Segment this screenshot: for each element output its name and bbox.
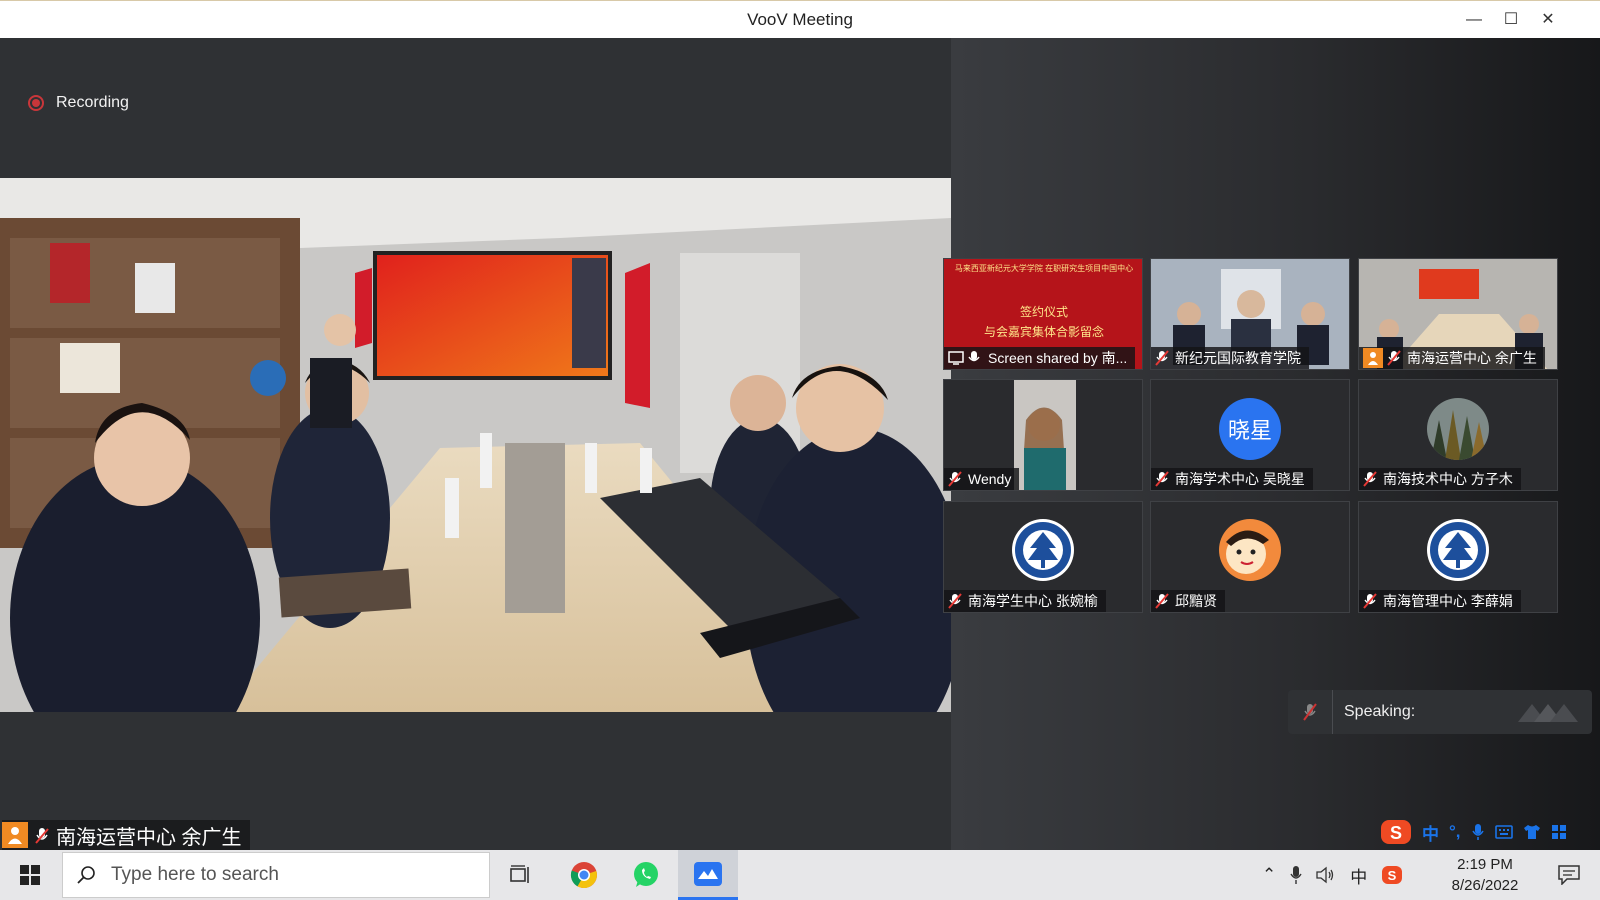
- participant-tile[interactable]: 晓星 南海学术中心 吴晓星: [1150, 379, 1350, 491]
- chrome-taskbar-button[interactable]: [554, 850, 614, 900]
- main-video: [0, 178, 951, 712]
- participant-name: 南海技术中心 方子木: [1383, 471, 1513, 487]
- title-bar: VooV Meeting — ☐ ✕: [0, 0, 1600, 38]
- participant-tile[interactable]: 新纪元国际教育学院: [1150, 258, 1350, 370]
- participant-label: Wendy: [944, 468, 1020, 490]
- speaking-indicator: Speaking:: [1288, 690, 1592, 734]
- svg-text:S: S: [1388, 868, 1397, 883]
- chevron-up-icon[interactable]: ⌃: [1262, 865, 1276, 885]
- participant-name: 邱黯贤: [1175, 593, 1217, 609]
- participant-tile[interactable]: 南海运营中心 余广生: [1358, 258, 1558, 370]
- main-speaker-name: 南海运营中心 余广生: [56, 826, 242, 849]
- participant-name: 南海学术中心 吴晓星: [1175, 471, 1305, 487]
- search-placeholder: Type here to search: [111, 864, 279, 885]
- participant-name: 南海运营中心 余广生: [1407, 350, 1537, 366]
- conference-room-scene: [0, 178, 951, 712]
- mic-muted-icon: [948, 593, 964, 609]
- share-thumb-line3: 与会嘉宾集体合影留念: [983, 325, 1104, 339]
- keyboard-icon[interactable]: [1494, 825, 1513, 839]
- participant-name: Wendy: [968, 471, 1012, 487]
- user-avatar-icon: [2, 822, 28, 848]
- task-view-icon: [510, 865, 529, 883]
- participant-tile[interactable]: 南海学生中心 张婉榆: [943, 501, 1143, 613]
- window-title: VooV Meeting: [747, 10, 853, 29]
- system-tray: ⌃ 中 S: [1262, 850, 1403, 900]
- mic-muted-icon: [1363, 471, 1379, 487]
- close-button[interactable]: ✕: [1534, 7, 1562, 33]
- share-thumb-line1: 马来西亚新纪元大学学院 在职研究生项目中国中心: [954, 264, 1134, 273]
- ime-toolbar[interactable]: S 中 °,: [1380, 818, 1567, 846]
- participant-label: 南海技术中心 方子木: [1359, 468, 1521, 490]
- ime-language[interactable]: 中: [1422, 820, 1439, 845]
- whatsapp-icon: [634, 862, 658, 887]
- voov-taskbar-button[interactable]: [678, 850, 738, 900]
- participant-label: 邱黯贤: [1151, 590, 1225, 612]
- chrome-icon: [570, 862, 597, 889]
- participant-tile[interactable]: 南海技术中心 方子木: [1358, 379, 1558, 491]
- initials-avatar: 晓星: [1219, 398, 1281, 460]
- voice-input-icon[interactable]: [1471, 823, 1485, 841]
- participant-tile[interactable]: Wendy: [943, 379, 1143, 491]
- system-clock[interactable]: 2:19 PM 8/26/2022: [1430, 854, 1540, 896]
- ime-punctuation[interactable]: °,: [1449, 822, 1461, 842]
- mic-muted-icon: [1288, 690, 1333, 734]
- mic-muted-icon: [1155, 350, 1171, 366]
- clock-time: 2:19 PM: [1457, 856, 1513, 873]
- voov-icon: [694, 861, 722, 886]
- notification-icon: [1558, 865, 1580, 885]
- participant-gallery: 马来西亚新纪元大学学院 在职研究生项目中国中心 签约仪式 与会嘉宾集体合影留念 …: [943, 38, 1600, 850]
- notification-center-button[interactable]: [1540, 850, 1598, 900]
- mic-muted-icon: [34, 827, 50, 844]
- search-icon: [77, 866, 95, 884]
- recording-label: Recording: [56, 94, 129, 111]
- participant-label: 新纪元国际教育学院: [1151, 347, 1309, 369]
- mic-muted-icon: [948, 471, 964, 487]
- start-button[interactable]: [0, 850, 60, 900]
- participant-tile[interactable]: 马来西亚新纪元大学学院 在职研究生项目中国中心 签约仪式 与会嘉宾集体合影留念 …: [943, 258, 1143, 370]
- speaking-label: Speaking:: [1344, 703, 1416, 720]
- participant-label: 南海运营中心 余广生: [1359, 347, 1545, 369]
- share-thumb-line2: 签约仪式: [1019, 305, 1068, 319]
- maximize-button[interactable]: ☐: [1497, 7, 1525, 33]
- skin-shirt-icon[interactable]: [1523, 824, 1541, 840]
- mic-icon: [968, 350, 984, 366]
- participant-name: 南海管理中心 李薛娟: [1383, 593, 1513, 609]
- recording-icon: [28, 95, 44, 111]
- participant-label: 南海学生中心 张婉榆: [944, 590, 1106, 612]
- mic-muted-icon: [1155, 471, 1171, 487]
- taskbar: Type here to search ⌃ 中 S 2:19 PM 8/26/2…: [0, 850, 1600, 900]
- mic-muted-icon: [1155, 593, 1171, 609]
- mic-muted-icon: [1387, 350, 1403, 366]
- main-speaker-tag: 南海运营中心 余广生: [2, 820, 250, 850]
- sogou-logo-icon: S: [1381, 820, 1411, 844]
- participant-name: 新纪元国际教育学院: [1175, 350, 1301, 366]
- main-video-area: Recording 南海运营中心 余广生: [0, 38, 951, 850]
- svg-text:S: S: [1390, 823, 1402, 843]
- sogou-tray-icon[interactable]: S: [1381, 864, 1403, 886]
- participant-name: Screen shared by 南...: [988, 350, 1128, 366]
- mic-muted-icon: [1363, 593, 1379, 609]
- participant-tile[interactable]: 邱黯贤: [1150, 501, 1350, 613]
- windows-logo-icon: [20, 865, 40, 885]
- clock-date: 8/26/2022: [1451, 877, 1519, 894]
- screen-share-icon: [948, 350, 964, 366]
- microphone-icon[interactable]: [1290, 865, 1302, 885]
- participant-tile[interactable]: 南海管理中心 李薛娟: [1358, 501, 1558, 613]
- participant-name: 南海学生中心 张婉榆: [968, 593, 1098, 609]
- toolbox-grid-icon[interactable]: [1551, 824, 1567, 840]
- recording-indicator: Recording: [28, 94, 129, 112]
- audio-wave-icon: [1518, 704, 1578, 722]
- task-view-button[interactable]: [490, 850, 550, 900]
- whatsapp-taskbar-button[interactable]: [616, 850, 676, 900]
- minimize-button[interactable]: —: [1460, 7, 1488, 33]
- user-avatar-icon: [1363, 348, 1383, 368]
- participant-label: 南海学术中心 吴晓星: [1151, 468, 1313, 490]
- taskbar-search[interactable]: Type here to search: [62, 852, 490, 898]
- participant-label: Screen shared by 南...: [944, 347, 1136, 369]
- participant-label: 南海管理中心 李薛娟: [1359, 590, 1521, 612]
- volume-icon[interactable]: [1316, 866, 1336, 884]
- input-language-indicator[interactable]: 中: [1350, 863, 1367, 888]
